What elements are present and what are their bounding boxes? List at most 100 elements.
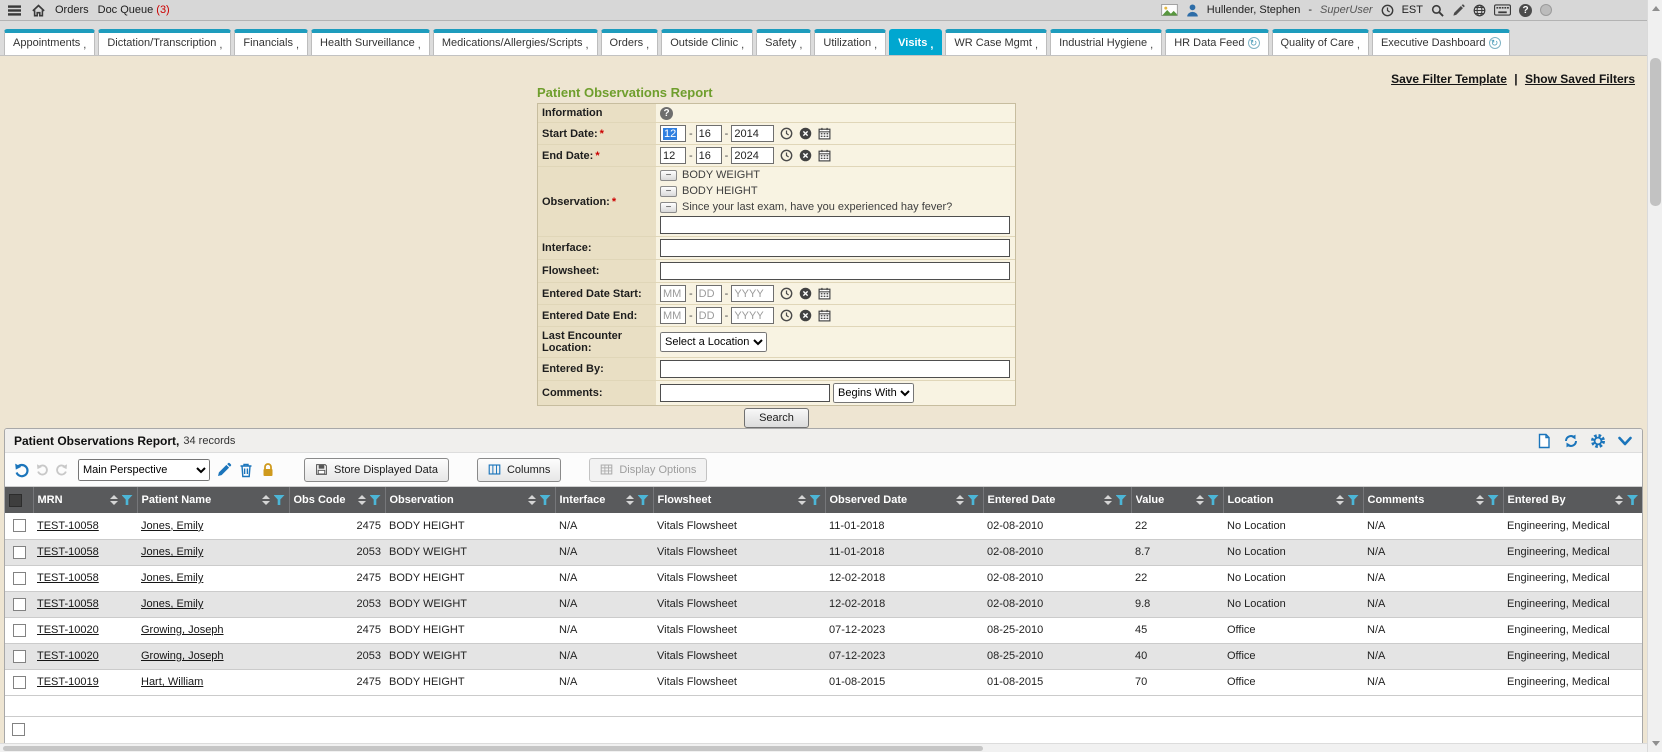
remove-observation-icon[interactable]: −	[660, 170, 677, 181]
sort-icon[interactable]	[262, 495, 270, 505]
remove-observation-icon[interactable]: −	[660, 186, 677, 197]
select-all-header[interactable]	[5, 487, 33, 513]
search-button[interactable]: Search	[744, 408, 809, 428]
mrn-link[interactable]: TEST-10019	[37, 676, 99, 688]
column-header-value[interactable]: Value	[1131, 487, 1223, 513]
scroll-down-arrow[interactable]	[1648, 736, 1662, 751]
mrn-link[interactable]: TEST-10058	[37, 572, 99, 584]
column-header-entered-date[interactable]: Entered Date	[983, 487, 1131, 513]
column-header-interface[interactable]: Interface	[555, 487, 653, 513]
patient-name-link[interactable]: Jones, Emily	[141, 520, 203, 532]
new-document-icon[interactable]	[1536, 433, 1552, 449]
horizontal-scrollbar-thumb[interactable]	[3, 746, 983, 751]
remove-observation-icon[interactable]: −	[660, 202, 677, 213]
perspective-select[interactable]: Main Perspective	[78, 459, 210, 481]
signature-pen-icon[interactable]	[1452, 4, 1465, 17]
patient-name-link[interactable]: Jones, Emily	[141, 598, 203, 610]
row-checkbox[interactable]	[13, 598, 26, 611]
mrn-link[interactable]: TEST-10058	[37, 546, 99, 558]
information-help-icon[interactable]: ?	[660, 107, 673, 120]
scroll-up-arrow[interactable]	[1648, 1, 1662, 16]
search-icon[interactable]	[1431, 4, 1444, 17]
tab-financials[interactable]: Financials	[234, 29, 308, 55]
save-filter-template-link[interactable]: Save Filter Template	[1391, 72, 1507, 86]
tab-health-surveillance[interactable]: Health Surveillance	[311, 29, 430, 55]
tab-hr-data-feed[interactable]: HR Data Feed↻	[1165, 29, 1268, 55]
vertical-scrollbar-thumb[interactable]	[1650, 58, 1661, 206]
store-displayed-data-button[interactable]: Store Displayed Data	[304, 458, 449, 482]
last-encounter-location-select[interactable]: Select a Location	[660, 332, 767, 352]
columns-button[interactable]: Columns	[477, 458, 561, 482]
sort-icon[interactable]	[358, 495, 366, 505]
help-icon[interactable]: ?	[1519, 4, 1532, 17]
topbar-orders-link[interactable]: Orders	[55, 4, 89, 16]
filter-funnel-icon[interactable]	[370, 495, 381, 505]
time-icon[interactable]	[780, 149, 793, 162]
column-header-observed-date[interactable]: Observed Date	[825, 487, 983, 513]
tab-safety[interactable]: Safety	[756, 29, 811, 55]
column-header-location[interactable]: Location	[1223, 487, 1363, 513]
column-header-observation[interactable]: Observation	[385, 487, 555, 513]
tab-industrial-hygiene[interactable]: Industrial Hygiene	[1050, 29, 1162, 55]
sort-icon[interactable]	[1476, 495, 1484, 505]
tab-dictation-transcription[interactable]: Dictation/Transcription	[98, 29, 231, 55]
filter-funnel-icon[interactable]	[1116, 495, 1127, 505]
filter-funnel-icon[interactable]	[638, 495, 649, 505]
mrn-link[interactable]: TEST-10020	[37, 650, 99, 662]
tab-medications-allergies-scripts[interactable]: Medications/Allergies/Scripts	[433, 29, 598, 55]
entered-date-end-year-input[interactable]: YYYY	[731, 307, 774, 324]
entered-date-end-month-input[interactable]: MM	[660, 307, 686, 324]
clear-icon[interactable]	[799, 287, 812, 300]
gear-icon[interactable]	[1590, 433, 1606, 449]
column-header-flowsheet[interactable]: Flowsheet	[653, 487, 825, 513]
comments-input[interactable]	[660, 384, 830, 402]
observation-input[interactable]	[660, 216, 1010, 234]
column-header-mrn[interactable]: MRN	[33, 487, 137, 513]
row-checkbox[interactable]	[12, 723, 25, 736]
tab-quality-of-care[interactable]: Quality of Care	[1272, 29, 1369, 55]
start-date-year-input[interactable]: 2014	[731, 125, 774, 142]
column-header-comments[interactable]: Comments	[1363, 487, 1503, 513]
clear-icon[interactable]	[799, 309, 812, 322]
globe-icon[interactable]	[1473, 4, 1486, 17]
calendar-icon[interactable]	[818, 149, 831, 162]
patient-name-link[interactable]: Growing, Joseph	[141, 650, 224, 662]
patient-name-link[interactable]: Jones, Emily	[141, 572, 203, 584]
lock-perspective-icon[interactable]	[260, 462, 276, 478]
edit-perspective-icon[interactable]	[216, 462, 232, 478]
column-header-obs-code[interactable]: Obs Code	[289, 487, 385, 513]
filter-funnel-icon[interactable]	[1208, 495, 1219, 505]
row-checkbox[interactable]	[13, 650, 26, 663]
column-header-patient-name[interactable]: Patient Name	[137, 487, 289, 513]
vertical-scrollbar[interactable]	[1647, 0, 1662, 752]
entered-date-start-day-input[interactable]: DD	[696, 285, 722, 302]
comments-match-select[interactable]: Begins With	[833, 383, 914, 403]
mrn-link[interactable]: TEST-10020	[37, 624, 99, 636]
clear-icon[interactable]	[799, 127, 812, 140]
clock-icon[interactable]	[1381, 4, 1394, 17]
row-checkbox[interactable]	[13, 519, 26, 532]
sort-icon[interactable]	[1336, 495, 1344, 505]
clear-icon[interactable]	[799, 149, 812, 162]
start-date-day-input[interactable]: 16	[696, 125, 722, 142]
screenshot-icon[interactable]	[1161, 4, 1178, 16]
interface-input[interactable]	[660, 239, 1010, 257]
column-header-entered-by[interactable]: Entered By	[1503, 487, 1642, 513]
undo-all-icon[interactable]	[14, 462, 30, 478]
filter-funnel-icon[interactable]	[1627, 495, 1638, 505]
home-icon[interactable]	[31, 4, 46, 17]
entered-date-end-day-input[interactable]: DD	[696, 307, 722, 324]
tab-appointments[interactable]: Appointments	[4, 29, 95, 55]
row-checkbox[interactable]	[13, 546, 26, 559]
sort-icon[interactable]	[1104, 495, 1112, 505]
tab-executive-dashboard[interactable]: Executive Dashboard↻	[1372, 29, 1510, 55]
tab-outside-clinic[interactable]: Outside Clinic	[661, 29, 753, 55]
filter-funnel-icon[interactable]	[1488, 495, 1499, 505]
user-name[interactable]: Hullender, Stephen	[1207, 4, 1301, 16]
flowsheet-input[interactable]	[660, 262, 1010, 280]
refresh-icon[interactable]	[1563, 433, 1579, 449]
calendar-icon[interactable]	[818, 287, 831, 300]
row-checkbox[interactable]	[13, 572, 26, 585]
horizontal-scrollbar[interactable]	[0, 743, 1647, 752]
show-saved-filters-link[interactable]: Show Saved Filters	[1525, 72, 1635, 86]
